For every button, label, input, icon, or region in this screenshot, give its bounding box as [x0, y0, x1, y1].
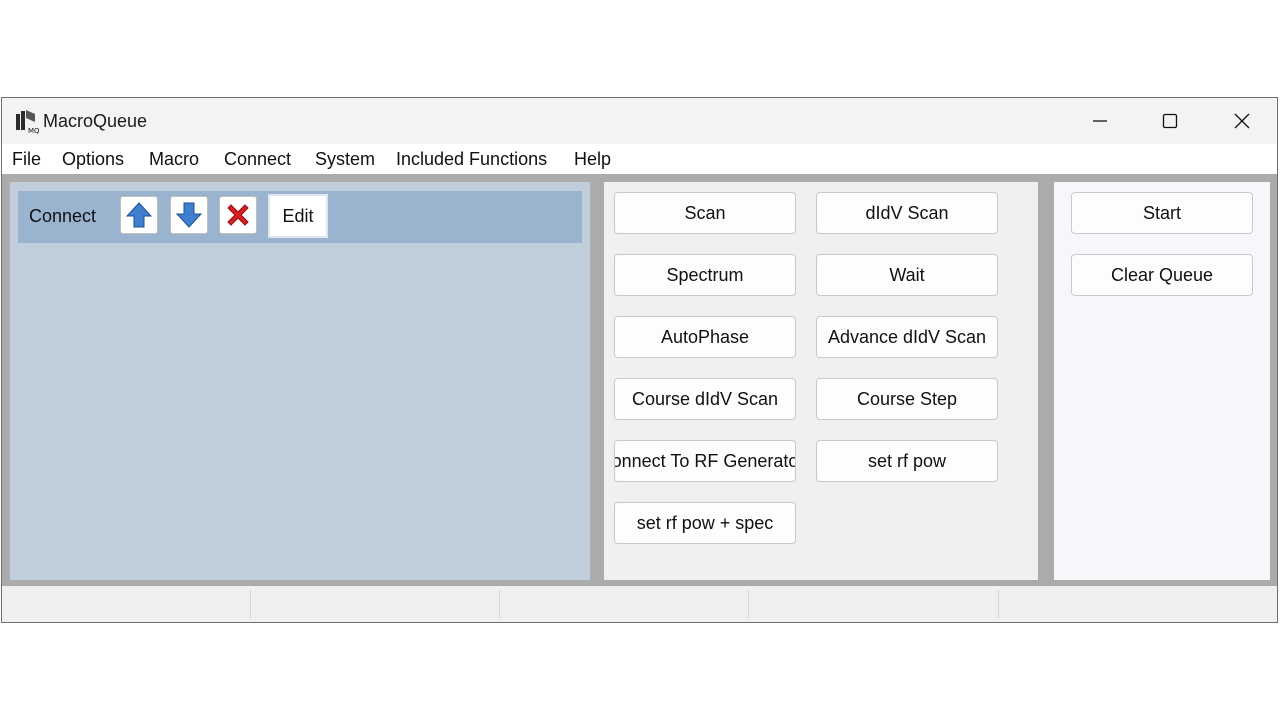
delete-x-icon [227, 204, 249, 226]
menu-help[interactable]: Help [574, 148, 611, 170]
function-didv-scan-button[interactable]: dIdV Scan [816, 192, 998, 234]
control-panel: Start Clear Queue [1054, 182, 1270, 580]
remove-button[interactable] [219, 196, 257, 234]
svg-text:MQ: MQ [28, 127, 40, 134]
move-up-button[interactable] [120, 196, 158, 234]
function-wait-button[interactable]: Wait [816, 254, 998, 296]
menu-macro[interactable]: Macro [149, 148, 199, 170]
menu-bar: File Options Macro Connect System Includ… [2, 144, 1277, 174]
start-button[interactable]: Start [1071, 192, 1253, 234]
status-divider [250, 590, 251, 618]
minimize-icon [1093, 120, 1107, 122]
app-window: MQ MacroQueue File Options Macro Connect… [1, 97, 1278, 623]
menu-file[interactable]: File [12, 148, 41, 170]
function-autophase-button[interactable]: AutoPhase [614, 316, 796, 358]
menu-options[interactable]: Options [62, 148, 124, 170]
queue-item-label: Connect [29, 206, 97, 226]
status-divider [748, 590, 749, 618]
minimize-button[interactable] [1065, 98, 1135, 144]
menu-included-functions[interactable]: Included Functions [396, 148, 547, 170]
edit-button[interactable]: Edit [268, 194, 328, 238]
status-bar [2, 586, 1277, 622]
maximize-button[interactable] [1135, 98, 1205, 144]
function-spectrum-button[interactable]: Spectrum [614, 254, 796, 296]
clear-queue-button[interactable]: Clear Queue [1071, 254, 1253, 296]
function-scan-button[interactable]: Scan [614, 192, 796, 234]
functions-panel: Scan dIdV Scan Spectrum Wait AutoPhase A… [604, 182, 1038, 580]
macroqueue-logo-icon: MQ [16, 110, 40, 134]
arrow-down-icon [175, 202, 203, 228]
function-course-step-button[interactable]: Course Step [816, 378, 998, 420]
window-title: MacroQueue [43, 111, 148, 131]
close-icon [1234, 113, 1250, 129]
function-connect-rf-generator-button[interactable]: onnect To RF Generato [614, 440, 796, 482]
function-set-rf-pow-spec-button[interactable]: set rf pow + spec [614, 502, 796, 544]
maximize-icon [1162, 113, 1178, 129]
menu-system[interactable]: System [315, 148, 375, 170]
close-button[interactable] [1207, 98, 1277, 144]
menu-connect[interactable]: Connect [224, 148, 291, 170]
status-divider [499, 590, 500, 618]
title-bar[interactable]: MQ MacroQueue [2, 98, 1277, 144]
move-down-button[interactable] [170, 196, 208, 234]
function-course-didv-scan-button[interactable]: Course dIdV Scan [614, 378, 796, 420]
status-divider [998, 590, 999, 618]
function-advance-didv-scan-button[interactable]: Advance dIdV Scan [816, 316, 998, 358]
arrow-up-icon [125, 202, 153, 228]
function-set-rf-pow-button[interactable]: set rf pow [816, 440, 998, 482]
queue-item[interactable]: Connect Edit [18, 191, 582, 243]
queue-panel[interactable]: Connect Edit [10, 182, 590, 580]
